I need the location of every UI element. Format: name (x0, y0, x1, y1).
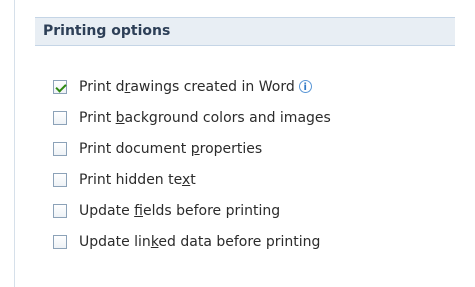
section-title: Printing options (43, 23, 171, 39)
option-print-hidden-text[interactable]: Print hidden text (53, 172, 331, 203)
checkbox-print-document-properties[interactable] (53, 142, 67, 156)
option-label[interactable]: Update linked data before printing (79, 234, 320, 250)
option-label[interactable]: Print background colors and images (79, 110, 331, 126)
option-update-fields[interactable]: Update fields before printing (53, 203, 331, 234)
section-header: Printing options (35, 17, 455, 46)
checkbox-update-linked-data[interactable] (53, 235, 67, 249)
option-label[interactable]: Update fields before printing (79, 203, 280, 219)
option-print-background[interactable]: Print background colors and images (53, 110, 331, 141)
info-icon[interactable]: i (298, 80, 312, 93)
checkbox-print-background[interactable] (53, 111, 67, 125)
checkbox-print-drawings[interactable] (53, 80, 67, 94)
option-print-document-properties[interactable]: Print document properties (53, 141, 331, 172)
option-label[interactable]: Print drawings created in Word i (79, 79, 312, 95)
option-label[interactable]: Print hidden text (79, 172, 196, 188)
checkbox-update-fields[interactable] (53, 204, 67, 218)
option-label[interactable]: Print document properties (79, 141, 262, 157)
printing-options-list: Print drawings created in Word i Print ba… (53, 79, 331, 265)
left-divider (14, 0, 15, 287)
option-print-drawings[interactable]: Print drawings created in Word i (53, 79, 331, 110)
checkbox-print-hidden-text[interactable] (53, 173, 67, 187)
option-update-linked-data[interactable]: Update linked data before printing (53, 234, 331, 265)
